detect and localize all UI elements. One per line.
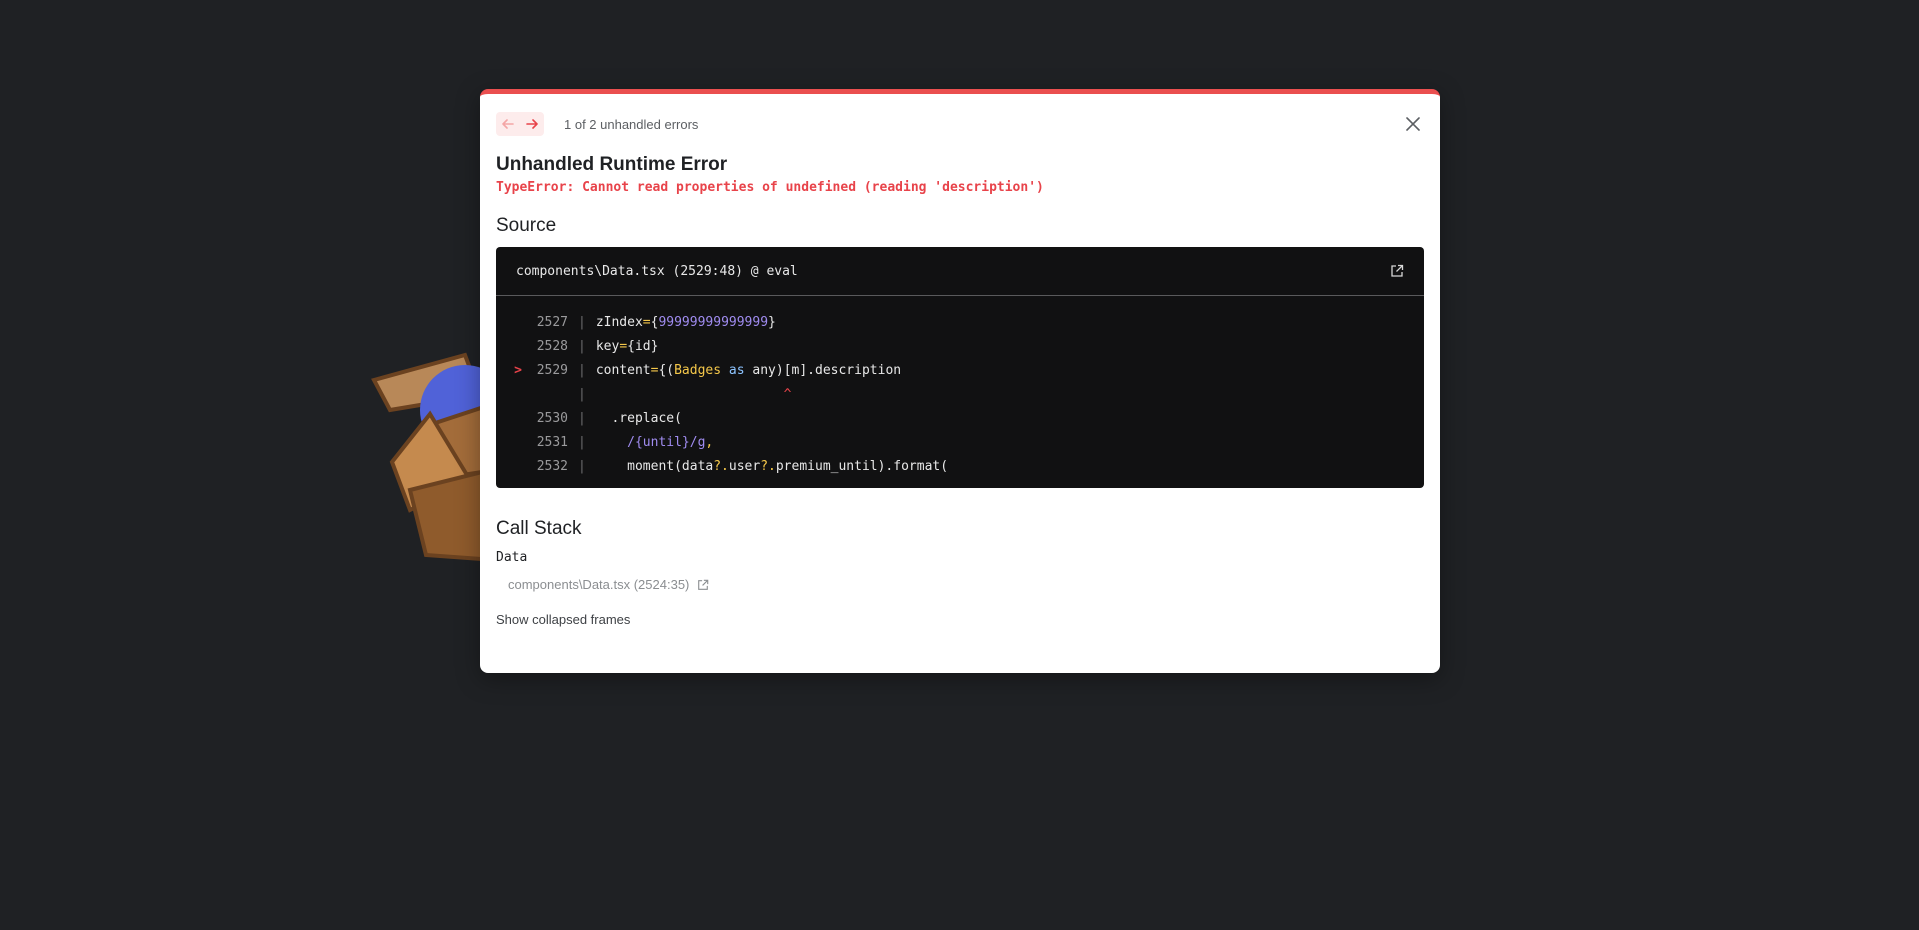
- call-stack-frame-location[interactable]: components\Data.tsx (2524:35): [508, 577, 1424, 592]
- code-line: 2531 | /{until}/g,: [496, 430, 1424, 454]
- error-overlay-dialog: 1 of 2 unhandled errors Unhandled Runtim…: [480, 89, 1440, 673]
- close-icon: [1406, 117, 1420, 131]
- arrow-left-icon: [502, 119, 514, 129]
- code-frame-header: components\Data.tsx (2529:48) @ eval: [496, 247, 1424, 296]
- code-line: 2532 | moment(data?.user?.premium_until)…: [496, 454, 1424, 478]
- error-caret: ^: [595, 386, 792, 402]
- line-number: 2532: [536, 458, 568, 474]
- code-line-highlighted: > 2529 | content={(Badges as any)[m].des…: [496, 358, 1424, 382]
- dialog-header: 1 of 2 unhandled errors: [496, 110, 1424, 138]
- error-navigation: [496, 112, 544, 136]
- code-text: .replace(: [595, 410, 682, 426]
- line-number: 2531: [536, 434, 568, 450]
- code-frame: components\Data.tsx (2529:48) @ eval 252…: [496, 247, 1424, 488]
- line-number: 2530: [536, 410, 568, 426]
- code-line: 2530 | .replace(: [496, 406, 1424, 430]
- code-line: 2528 | key={id}: [496, 334, 1424, 358]
- frame-location-text: components\Data.tsx (2524:35): [508, 577, 690, 592]
- gutter-separator: |: [578, 386, 586, 402]
- source-heading: Source: [496, 215, 557, 236]
- show-collapsed-frames-button[interactable]: Show collapsed frames: [496, 612, 1424, 627]
- next-error-button[interactable]: [520, 112, 544, 136]
- call-stack-heading: Call Stack: [496, 518, 582, 539]
- line-number: 2527: [536, 314, 568, 330]
- code-text: key={id}: [595, 338, 659, 354]
- gutter-separator: |: [578, 410, 586, 426]
- open-in-editor-icon: [698, 579, 709, 590]
- code-line-caret: | ^: [496, 382, 1424, 406]
- code-text: zIndex={99999999999999}: [595, 314, 776, 330]
- error-counter: 1 of 2 unhandled errors: [564, 116, 699, 132]
- code-text: /{until}/g,: [627, 434, 714, 450]
- gutter-separator: |: [578, 362, 586, 378]
- gutter-separator: |: [578, 338, 586, 354]
- source-file-location: components\Data.tsx (2529:48) @ eval: [516, 263, 798, 279]
- code-text: content={(Badges as any)[m].description: [595, 362, 902, 378]
- close-button[interactable]: [1402, 113, 1424, 135]
- error-message: TypeError: Cannot read properties of und…: [496, 180, 1044, 195]
- error-title: Unhandled Runtime Error: [496, 154, 728, 175]
- gutter-separator: |: [578, 458, 586, 474]
- call-stack-function: Data: [496, 550, 528, 565]
- previous-error-button[interactable]: [496, 112, 520, 136]
- arrow-right-icon: [526, 119, 538, 129]
- gutter-separator: |: [578, 434, 586, 450]
- line-number: 2529: [536, 362, 568, 378]
- code-line: 2527 | zIndex={99999999999999}: [496, 310, 1424, 334]
- gutter-separator: |: [578, 314, 586, 330]
- line-number: 2528: [536, 338, 568, 354]
- open-in-editor-icon[interactable]: [1390, 264, 1404, 278]
- code-body: 2527 | zIndex={99999999999999} 2528 | ke…: [496, 296, 1424, 488]
- code-text: moment(data?.user?.premium_until).format…: [595, 458, 949, 474]
- error-line-marker: >: [514, 362, 522, 378]
